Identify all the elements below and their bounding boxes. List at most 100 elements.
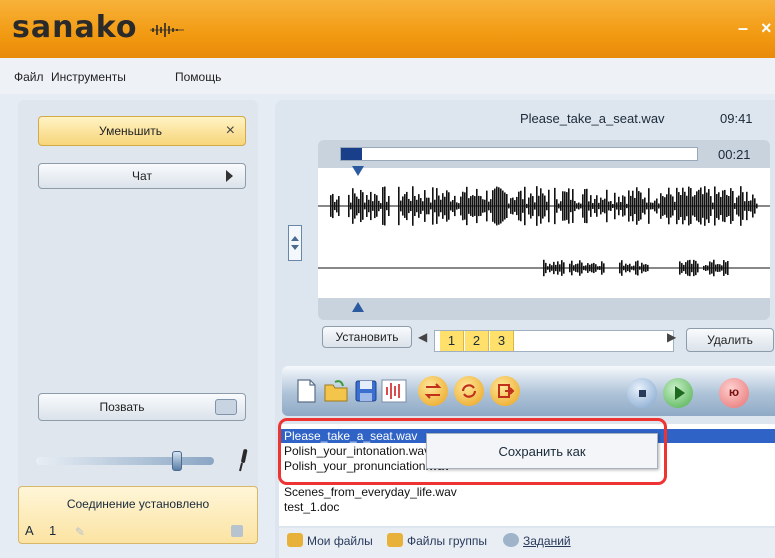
volume-slider[interactable] xyxy=(36,457,214,465)
waveform-segment xyxy=(500,188,502,224)
waveform-segment xyxy=(602,199,604,213)
waveform-segment xyxy=(710,196,712,216)
waveform-segment xyxy=(556,199,558,213)
stop-button[interactable] xyxy=(627,378,657,408)
swap-tracks-button[interactable] xyxy=(418,376,448,406)
tab-group-files[interactable]: Файлы группы xyxy=(387,533,487,548)
minimize-close-icon[interactable]: × xyxy=(226,122,235,140)
playback-progress[interactable] xyxy=(340,147,698,161)
delete-button[interactable]: Удалить xyxy=(686,328,774,352)
waveform-segment xyxy=(460,196,462,216)
waveform-segment xyxy=(639,266,641,270)
open-folder-icon[interactable] xyxy=(322,377,350,405)
waveform-segment xyxy=(562,191,564,221)
waveform-segment xyxy=(647,264,649,272)
pages-right-arrow-icon[interactable]: ▶ xyxy=(667,330,676,344)
set-bookmark-button[interactable]: Установить xyxy=(322,326,412,348)
waveform-segment xyxy=(484,199,486,213)
page-3[interactable]: 3 xyxy=(490,331,514,351)
list-item[interactable]: Scenes_from_everyday_life.wav xyxy=(284,485,457,499)
waveform-segment xyxy=(520,190,522,222)
menu-tools[interactable]: Инструменты xyxy=(51,70,126,84)
waveform-segment xyxy=(591,263,593,273)
waveform-segment xyxy=(709,261,711,275)
waveform-segment xyxy=(719,264,721,272)
waveform-segment xyxy=(625,263,627,273)
waveform-segment xyxy=(386,201,388,211)
playhead-top-marker[interactable] xyxy=(352,166,364,176)
waveform-segment xyxy=(570,199,572,213)
minimize-button[interactable]: – xyxy=(738,18,748,39)
waveform-segment xyxy=(514,200,516,212)
waveform-segment xyxy=(530,193,532,219)
waveform-segment xyxy=(547,266,549,270)
waveform-segment xyxy=(608,201,610,211)
waveform-segment xyxy=(594,198,596,214)
assignments-icon xyxy=(503,533,519,547)
waveform-segment xyxy=(336,199,338,213)
repeat-button[interactable] xyxy=(454,376,484,406)
waveform-segment xyxy=(631,266,633,270)
stop-icon xyxy=(639,390,646,397)
waveform-segment xyxy=(643,264,645,272)
call-button[interactable]: Позвать xyxy=(38,393,246,421)
play-button[interactable] xyxy=(663,378,693,408)
waveform-segment xyxy=(400,200,402,212)
close-button[interactable]: × xyxy=(761,18,772,39)
waveform-segment xyxy=(406,191,408,221)
waveform-segment xyxy=(697,263,699,273)
waveform-segment xyxy=(350,202,352,210)
chat-button[interactable]: Чат xyxy=(38,163,246,189)
tab-assignments[interactable]: Заданий xyxy=(503,533,571,548)
status-letter: A xyxy=(25,523,34,538)
waveform-segment xyxy=(730,188,732,224)
page-2[interactable]: 2 xyxy=(465,331,489,351)
waveform-segment xyxy=(362,192,364,220)
pages-left-arrow-icon[interactable]: ◀ xyxy=(418,330,427,344)
waveform-segment xyxy=(746,191,748,221)
waveform-segment xyxy=(376,195,378,217)
waveform-segment xyxy=(546,201,548,211)
playhead-bottom-marker[interactable] xyxy=(352,302,364,312)
waveform-segment xyxy=(572,189,574,223)
waveform-segment xyxy=(674,201,676,211)
volume-slider-thumb[interactable] xyxy=(172,451,182,471)
waveform-segment xyxy=(566,192,568,220)
repeat-icon xyxy=(461,384,477,398)
waveform-segment xyxy=(695,260,697,276)
record-button[interactable]: ю xyxy=(719,378,749,408)
waveform-segment xyxy=(582,194,584,218)
waveform-segment xyxy=(551,265,553,271)
waveform-segment xyxy=(732,191,734,221)
menu-file[interactable]: Файл xyxy=(14,70,44,84)
waveform-segment xyxy=(580,203,582,209)
waveform-segment xyxy=(348,194,350,218)
waveform-segment xyxy=(542,193,544,219)
waveform-segment xyxy=(616,202,618,210)
waveform-segment xyxy=(702,194,704,218)
waveform-segment xyxy=(642,199,644,213)
waveform-segment xyxy=(644,197,646,215)
waveform-segment xyxy=(454,195,456,217)
playback-position: 00:21 xyxy=(718,147,751,162)
waveform-segment xyxy=(404,194,406,218)
waveform-segment xyxy=(748,200,750,212)
waveform-segment xyxy=(714,186,716,226)
tab-my-files[interactable]: Мои файлы xyxy=(287,533,373,548)
waveform-segment xyxy=(736,197,738,215)
list-item[interactable]: test_1.doc xyxy=(284,500,339,514)
page-1[interactable]: 1 xyxy=(440,331,464,351)
waveform-mix-icon[interactable] xyxy=(380,377,408,405)
waveform-segment xyxy=(428,197,430,215)
delete-label: Удалить xyxy=(707,333,753,347)
waveform-segment xyxy=(713,259,715,277)
new-file-icon[interactable] xyxy=(292,377,320,405)
minimize-panel-button[interactable]: Уменьшить × xyxy=(38,116,246,146)
group-folder-icon xyxy=(387,533,403,547)
waveform-segment xyxy=(518,191,520,221)
track-split-handle[interactable] xyxy=(288,225,302,261)
waveform-display[interactable] xyxy=(318,168,770,298)
export-button[interactable] xyxy=(490,376,520,406)
save-icon[interactable] xyxy=(352,377,380,405)
menu-help[interactable]: Помощь xyxy=(175,70,221,84)
